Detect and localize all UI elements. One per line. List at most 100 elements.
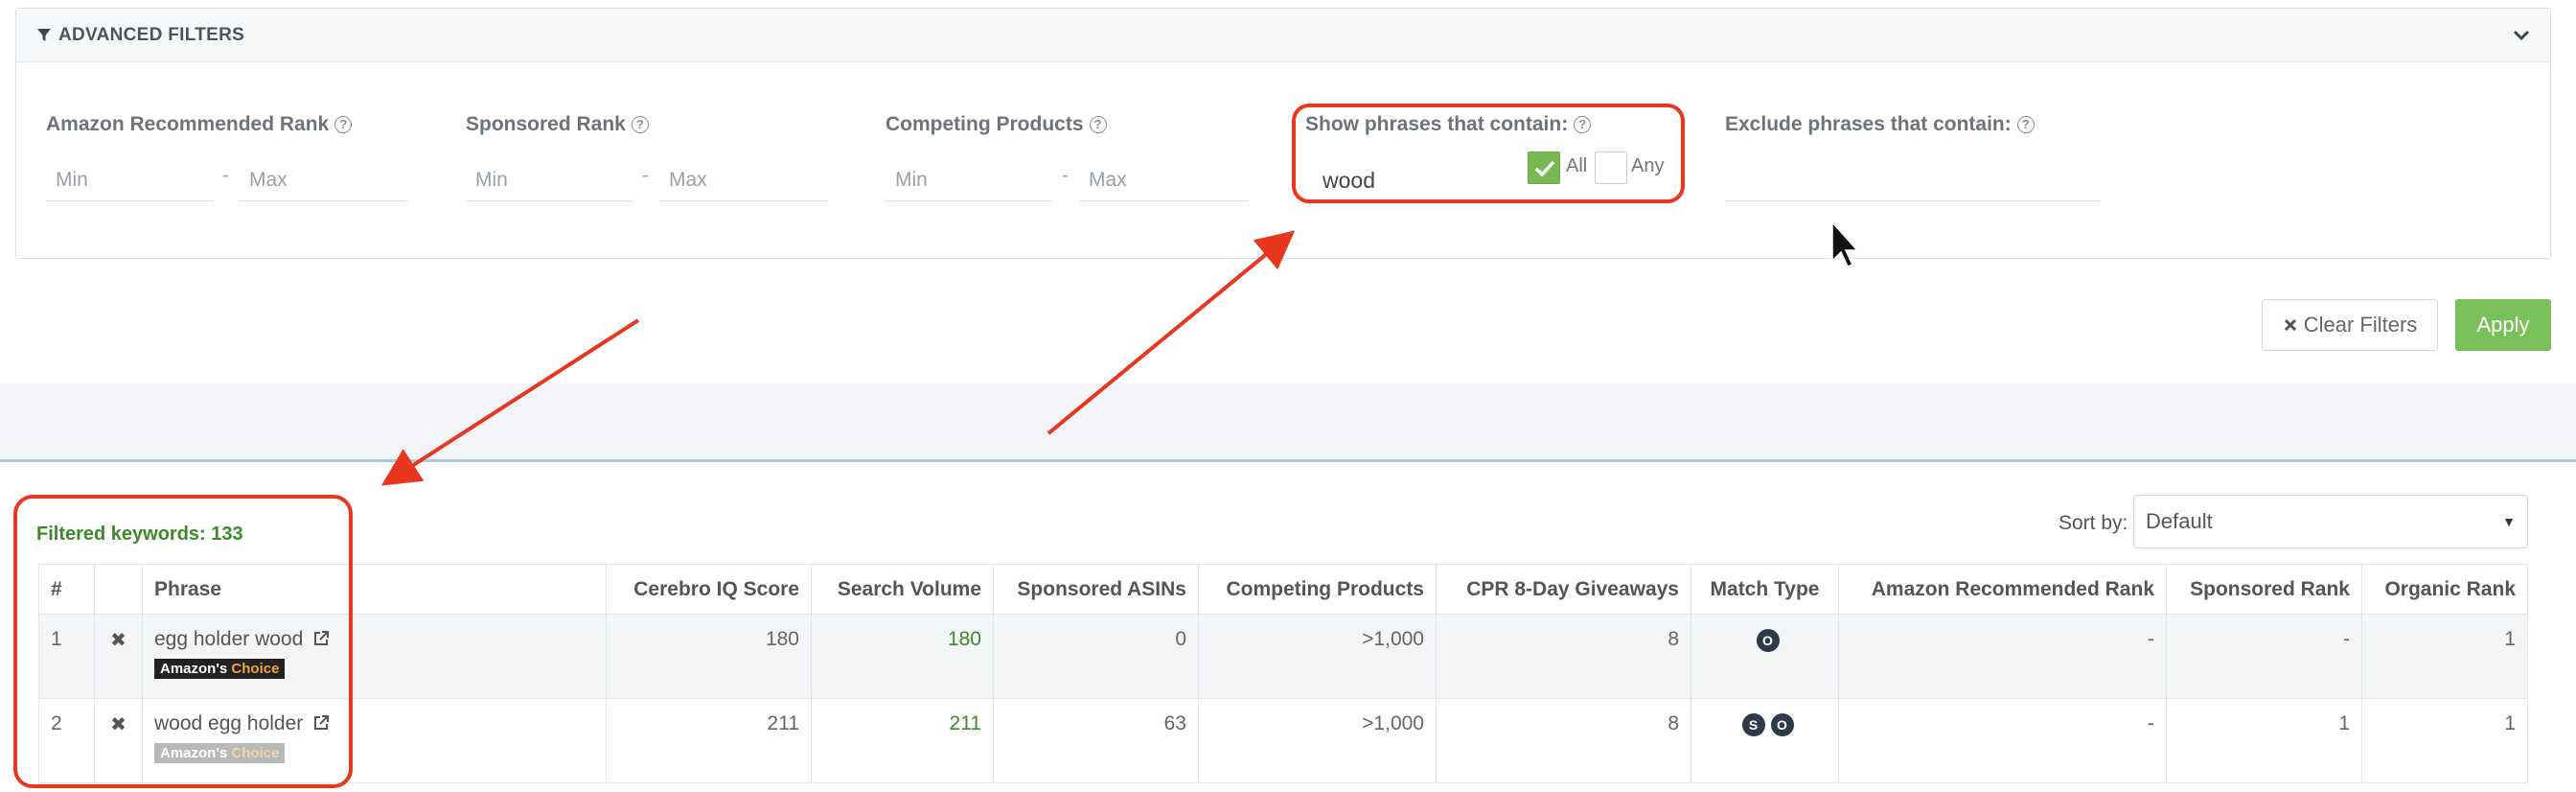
phrase-link[interactable]: egg holder wood	[154, 628, 303, 650]
col-number[interactable]: #	[38, 564, 95, 615]
col-amazon-rank[interactable]: Amazon Recommended Rank	[1838, 564, 2167, 615]
organic-rank-cell: 1	[2361, 614, 2528, 699]
row-number: 1	[38, 614, 95, 699]
sponsored-rank-cell: -	[2166, 614, 2362, 699]
advanced-filters-panel: ADVANCED FILTERS	[15, 8, 2551, 259]
organic-rank-cell: 1	[2361, 698, 2528, 783]
range-dash: -	[1062, 165, 1069, 186]
exclude-phrases-input[interactable]	[1725, 159, 2101, 201]
funnel-icon	[37, 28, 51, 41]
sponsored-rank-max-input[interactable]	[659, 159, 828, 201]
match-type-cell: SO	[1690, 698, 1839, 783]
col-search-volume[interactable]: Search Volume	[811, 564, 994, 615]
badge-text: Amazon's	[160, 661, 228, 677]
any-label: Any	[1631, 155, 1665, 176]
show-phrases-input[interactable]	[1313, 159, 1514, 201]
clear-filters-button[interactable]: Clear Filters	[2262, 299, 2438, 351]
badge-choice-text: Choice	[231, 661, 280, 677]
search-volume-cell: 180	[811, 614, 994, 699]
chevron-down-icon[interactable]	[2510, 24, 2533, 47]
phrase-link[interactable]: wood egg holder	[154, 712, 303, 734]
col-competing-products[interactable]: Competing Products	[1198, 564, 1437, 615]
competing-min-input[interactable]	[886, 159, 1052, 201]
clear-filters-label: Clear Filters	[2303, 313, 2418, 337]
apply-button[interactable]: Apply	[2455, 299, 2551, 351]
row-number: 2	[38, 698, 95, 783]
filtered-keywords-count: Filtered keywords: 133	[36, 524, 243, 545]
col-remove	[94, 564, 143, 615]
sort-by-select[interactable]: Default ▼	[2133, 495, 2528, 548]
help-icon[interactable]: ?	[631, 116, 649, 133]
amazon-rank-min-input[interactable]	[46, 159, 213, 201]
table-row: 1 ✖ egg holder wood Amazon's Choice 180 …	[38, 614, 2528, 699]
sponsored-asins-cell: 0	[993, 614, 1199, 699]
range-dash: -	[222, 165, 229, 186]
help-icon[interactable]: ?	[334, 116, 353, 133]
phrase-cell: egg holder wood Amazon's Choice	[142, 614, 607, 699]
any-checkbox[interactable]	[1595, 151, 1627, 184]
cpr-cell: 8	[1436, 614, 1691, 699]
amazons-choice-badge: Amazon's Choice	[154, 743, 286, 763]
cpr-cell: 8	[1436, 698, 1691, 783]
help-icon[interactable]: ?	[2016, 116, 2035, 133]
competing-products-label: Competing Products?	[886, 113, 1107, 136]
sponsored-rank-min-input[interactable]	[466, 159, 632, 201]
badge-text: Amazon's	[160, 745, 228, 761]
sponsored-asins-cell: 63	[993, 698, 1199, 783]
col-cerebro-iq[interactable]: Cerebro IQ Score	[606, 564, 812, 615]
amazon-rank-max-input[interactable]	[240, 159, 408, 201]
all-checkbox[interactable]	[1528, 151, 1560, 184]
sort-by-label: Sort by:	[2058, 512, 2128, 534]
amazons-choice-badge: Amazon's Choice	[154, 659, 286, 679]
keywords-table: # Phrase Cerebro IQ Score Search Volume …	[38, 564, 2528, 783]
sponsored-rank-cell: 1	[2166, 698, 2362, 783]
amazon-recommended-rank-label: Amazon Recommended Rank?	[46, 113, 353, 136]
exclude-phrases-label: Exclude phrases that contain:?	[1725, 113, 2035, 136]
range-dash: -	[642, 165, 649, 186]
page: ADVANCED FILTERS Amazon Recommended Rank…	[0, 0, 2576, 792]
cerebro-iq-cell: 211	[606, 698, 812, 783]
match-sponsored-icon: S	[1741, 713, 1765, 736]
match-organic-icon: O	[1770, 713, 1794, 736]
help-icon[interactable]: ?	[1574, 116, 1592, 133]
advanced-filters-header[interactable]: ADVANCED FILTERS	[16, 9, 2550, 62]
sponsored-rank-label: Sponsored Rank?	[466, 113, 649, 136]
dropdown-arrow-icon: ▼	[2502, 514, 2516, 529]
col-phrase[interactable]: Phrase	[142, 564, 607, 615]
amazon-rank-cell: -	[1838, 614, 2167, 699]
advanced-filters-title: ADVANCED FILTERS	[58, 24, 245, 45]
exclude-phrases-text: Exclude phrases that contain:	[1725, 113, 2012, 135]
external-link-icon[interactable]	[312, 714, 330, 732]
col-cpr-giveaways[interactable]: CPR 8-Day Giveaways	[1436, 564, 1691, 615]
show-phrases-text: Show phrases that contain:	[1305, 113, 1569, 135]
match-organic-icon: O	[1756, 629, 1780, 652]
search-volume-cell: 211	[811, 698, 994, 783]
match-type-cell: O	[1690, 614, 1839, 699]
competing-products-cell: >1,000	[1198, 698, 1437, 783]
sort-by-value: Default	[2146, 509, 2213, 533]
badge-choice-text: Choice	[231, 745, 280, 761]
col-organic-rank[interactable]: Organic Rank	[2361, 564, 2528, 615]
remove-x-icon[interactable]: ✖	[94, 614, 143, 699]
help-icon[interactable]: ?	[1089, 116, 1107, 133]
competing-products-cell: >1,000	[1198, 614, 1437, 699]
col-sponsored-asins[interactable]: Sponsored ASINs	[993, 564, 1199, 615]
amazon-rank-cell: -	[1838, 698, 2167, 783]
show-phrases-label: Show phrases that contain:?	[1305, 113, 1592, 136]
remove-x-icon[interactable]: ✖	[94, 698, 143, 783]
table-header-row: # Phrase Cerebro IQ Score Search Volume …	[38, 564, 2528, 615]
competing-products-text: Competing Products	[886, 113, 1084, 135]
col-sponsored-rank[interactable]: Sponsored Rank	[2166, 564, 2362, 615]
cerebro-iq-cell: 180	[606, 614, 812, 699]
amazon-recommended-rank-text: Amazon Recommended Rank	[46, 113, 330, 135]
competing-max-input[interactable]	[1079, 159, 1248, 201]
external-link-icon[interactable]	[312, 630, 330, 647]
sponsored-rank-text: Sponsored Rank	[466, 113, 626, 135]
section-band	[0, 384, 2576, 462]
table-row: 2 ✖ wood egg holder Amazon's Choice 211 …	[38, 698, 2528, 783]
all-label: All	[1566, 155, 1588, 176]
checkmark-icon	[1534, 160, 1555, 177]
phrase-cell: wood egg holder Amazon's Choice	[142, 698, 607, 783]
col-match-type[interactable]: Match Type	[1690, 564, 1839, 615]
close-icon	[2284, 318, 2296, 332]
